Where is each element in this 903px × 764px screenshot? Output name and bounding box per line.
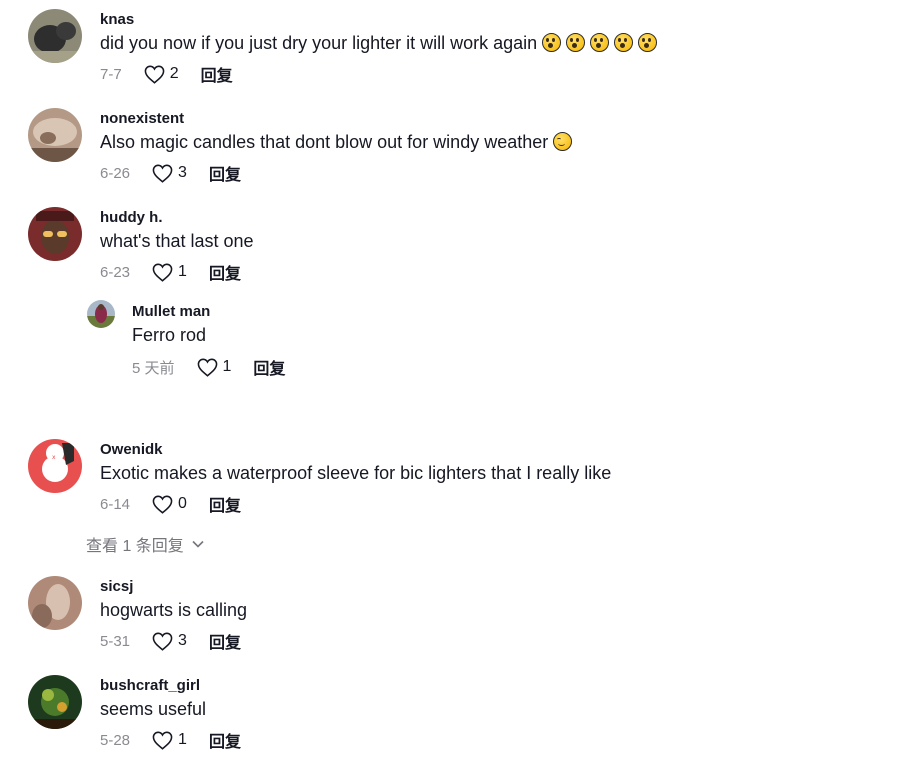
avatar[interactable]	[28, 675, 82, 729]
comment-meta: 6-26 3 回复	[100, 162, 241, 184]
like-button[interactable]: 2	[144, 65, 179, 84]
comment-meta: 6-14 0 回复	[100, 493, 241, 515]
avatar[interactable]	[28, 9, 82, 63]
comment-meta: 6-23 1 回复	[100, 261, 241, 283]
astonished-emoji-icon	[638, 33, 658, 52]
like-count: 2	[169, 65, 179, 82]
like-count: 0	[178, 495, 187, 512]
heart-icon	[197, 358, 217, 377]
comment-meta: 7-7 2 回复	[100, 63, 233, 85]
like-count: 1	[178, 731, 187, 748]
astonished-emoji-icon	[542, 33, 562, 52]
comment-text: Exotic makes a waterproof sleeve for bic…	[100, 463, 611, 484]
comment-text-content: hogwarts is calling	[100, 600, 248, 620]
comment-meta: 5-31 3 回复	[100, 630, 241, 652]
heart-icon	[144, 65, 165, 84]
reply-button[interactable]: 回复	[209, 492, 241, 516]
comment-text: what's that last one	[100, 231, 254, 252]
like-button[interactable]: 1	[197, 358, 232, 377]
comment-date: 5-31	[100, 632, 131, 650]
comment-username[interactable]: Owenidk	[100, 441, 163, 458]
comment-meta: 5 天前 1 回复	[132, 356, 285, 378]
heart-icon	[152, 495, 173, 514]
comment-date: 7-7	[100, 65, 122, 83]
heart-icon	[152, 263, 173, 282]
comment-text-content: seems useful	[100, 699, 207, 719]
reply-button[interactable]: 回复	[209, 728, 241, 752]
comment-date: 5 天前	[132, 359, 175, 377]
like-count: 3	[178, 632, 187, 649]
comment-text-content: Exotic makes a waterproof sleeve for bic…	[100, 463, 612, 483]
svg-text:x: x	[61, 486, 65, 493]
avatar[interactable]: xx	[28, 439, 82, 493]
comment-text-content: what's that last one	[100, 231, 254, 251]
comment-date: 6-26	[100, 164, 131, 182]
comment-text-content: Also magic candles that dont blow out fo…	[100, 132, 549, 152]
heart-icon	[152, 731, 173, 750]
avatar[interactable]	[28, 576, 82, 630]
avatar[interactable]	[28, 108, 82, 162]
comment-username[interactable]: nonexistent	[100, 110, 184, 127]
comment-text: Also magic candles that dont blow out fo…	[100, 132, 573, 153]
like-button[interactable]: 0	[152, 495, 187, 514]
reply-button[interactable]: 回复	[253, 355, 285, 379]
chevron-down-icon	[192, 540, 204, 548]
comment-date: 6-14	[100, 495, 131, 513]
comment-username[interactable]: bushcraft_girl	[100, 677, 200, 694]
like-count: 1	[222, 358, 232, 375]
comment-text-content: did you now if you just dry your lighter…	[100, 33, 538, 53]
heart-icon	[152, 164, 173, 183]
like-button[interactable]: 1	[152, 263, 187, 282]
reply-button[interactable]: 回复	[209, 260, 241, 284]
like-count: 1	[178, 263, 187, 280]
reply-button[interactable]: 回复	[201, 62, 233, 86]
avatar[interactable]	[87, 300, 115, 328]
comment-date: 5-28	[100, 731, 131, 749]
comment-meta: 5-28 1 回复	[100, 729, 241, 751]
astonished-emoji-icon	[590, 33, 610, 52]
avatar[interactable]	[28, 207, 82, 261]
like-button[interactable]: 1	[152, 731, 187, 750]
comment-text: Ferro rod	[132, 325, 206, 346]
reply-button[interactable]: 回复	[209, 161, 241, 185]
heart-icon	[152, 632, 173, 651]
astonished-emoji-icon	[566, 33, 586, 52]
comment-text: hogwarts is calling	[100, 600, 247, 621]
svg-text:x: x	[52, 454, 56, 461]
comment-username[interactable]: Mullet man	[132, 303, 210, 320]
smiling-emoji-icon	[553, 132, 573, 151]
astonished-emoji-icon	[614, 33, 634, 52]
view-replies-button[interactable]: 查看 1 条回复	[86, 532, 204, 556]
comment-username[interactable]: knas	[100, 11, 134, 28]
comment-text: seems useful	[100, 699, 206, 720]
view-replies-label: 查看 1 条回复	[86, 538, 184, 555]
comment-text: did you now if you just dry your lighter…	[100, 33, 658, 54]
comment-username[interactable]: sicsj	[100, 578, 133, 595]
comment-text-content: Ferro rod	[132, 325, 207, 345]
reply-button[interactable]: 回复	[209, 629, 241, 653]
comment-username[interactable]: huddy h.	[100, 209, 163, 226]
comment-date: 6-23	[100, 263, 131, 281]
like-button[interactable]: 3	[152, 164, 187, 183]
like-count: 3	[178, 164, 187, 181]
like-button[interactable]: 3	[152, 632, 187, 651]
